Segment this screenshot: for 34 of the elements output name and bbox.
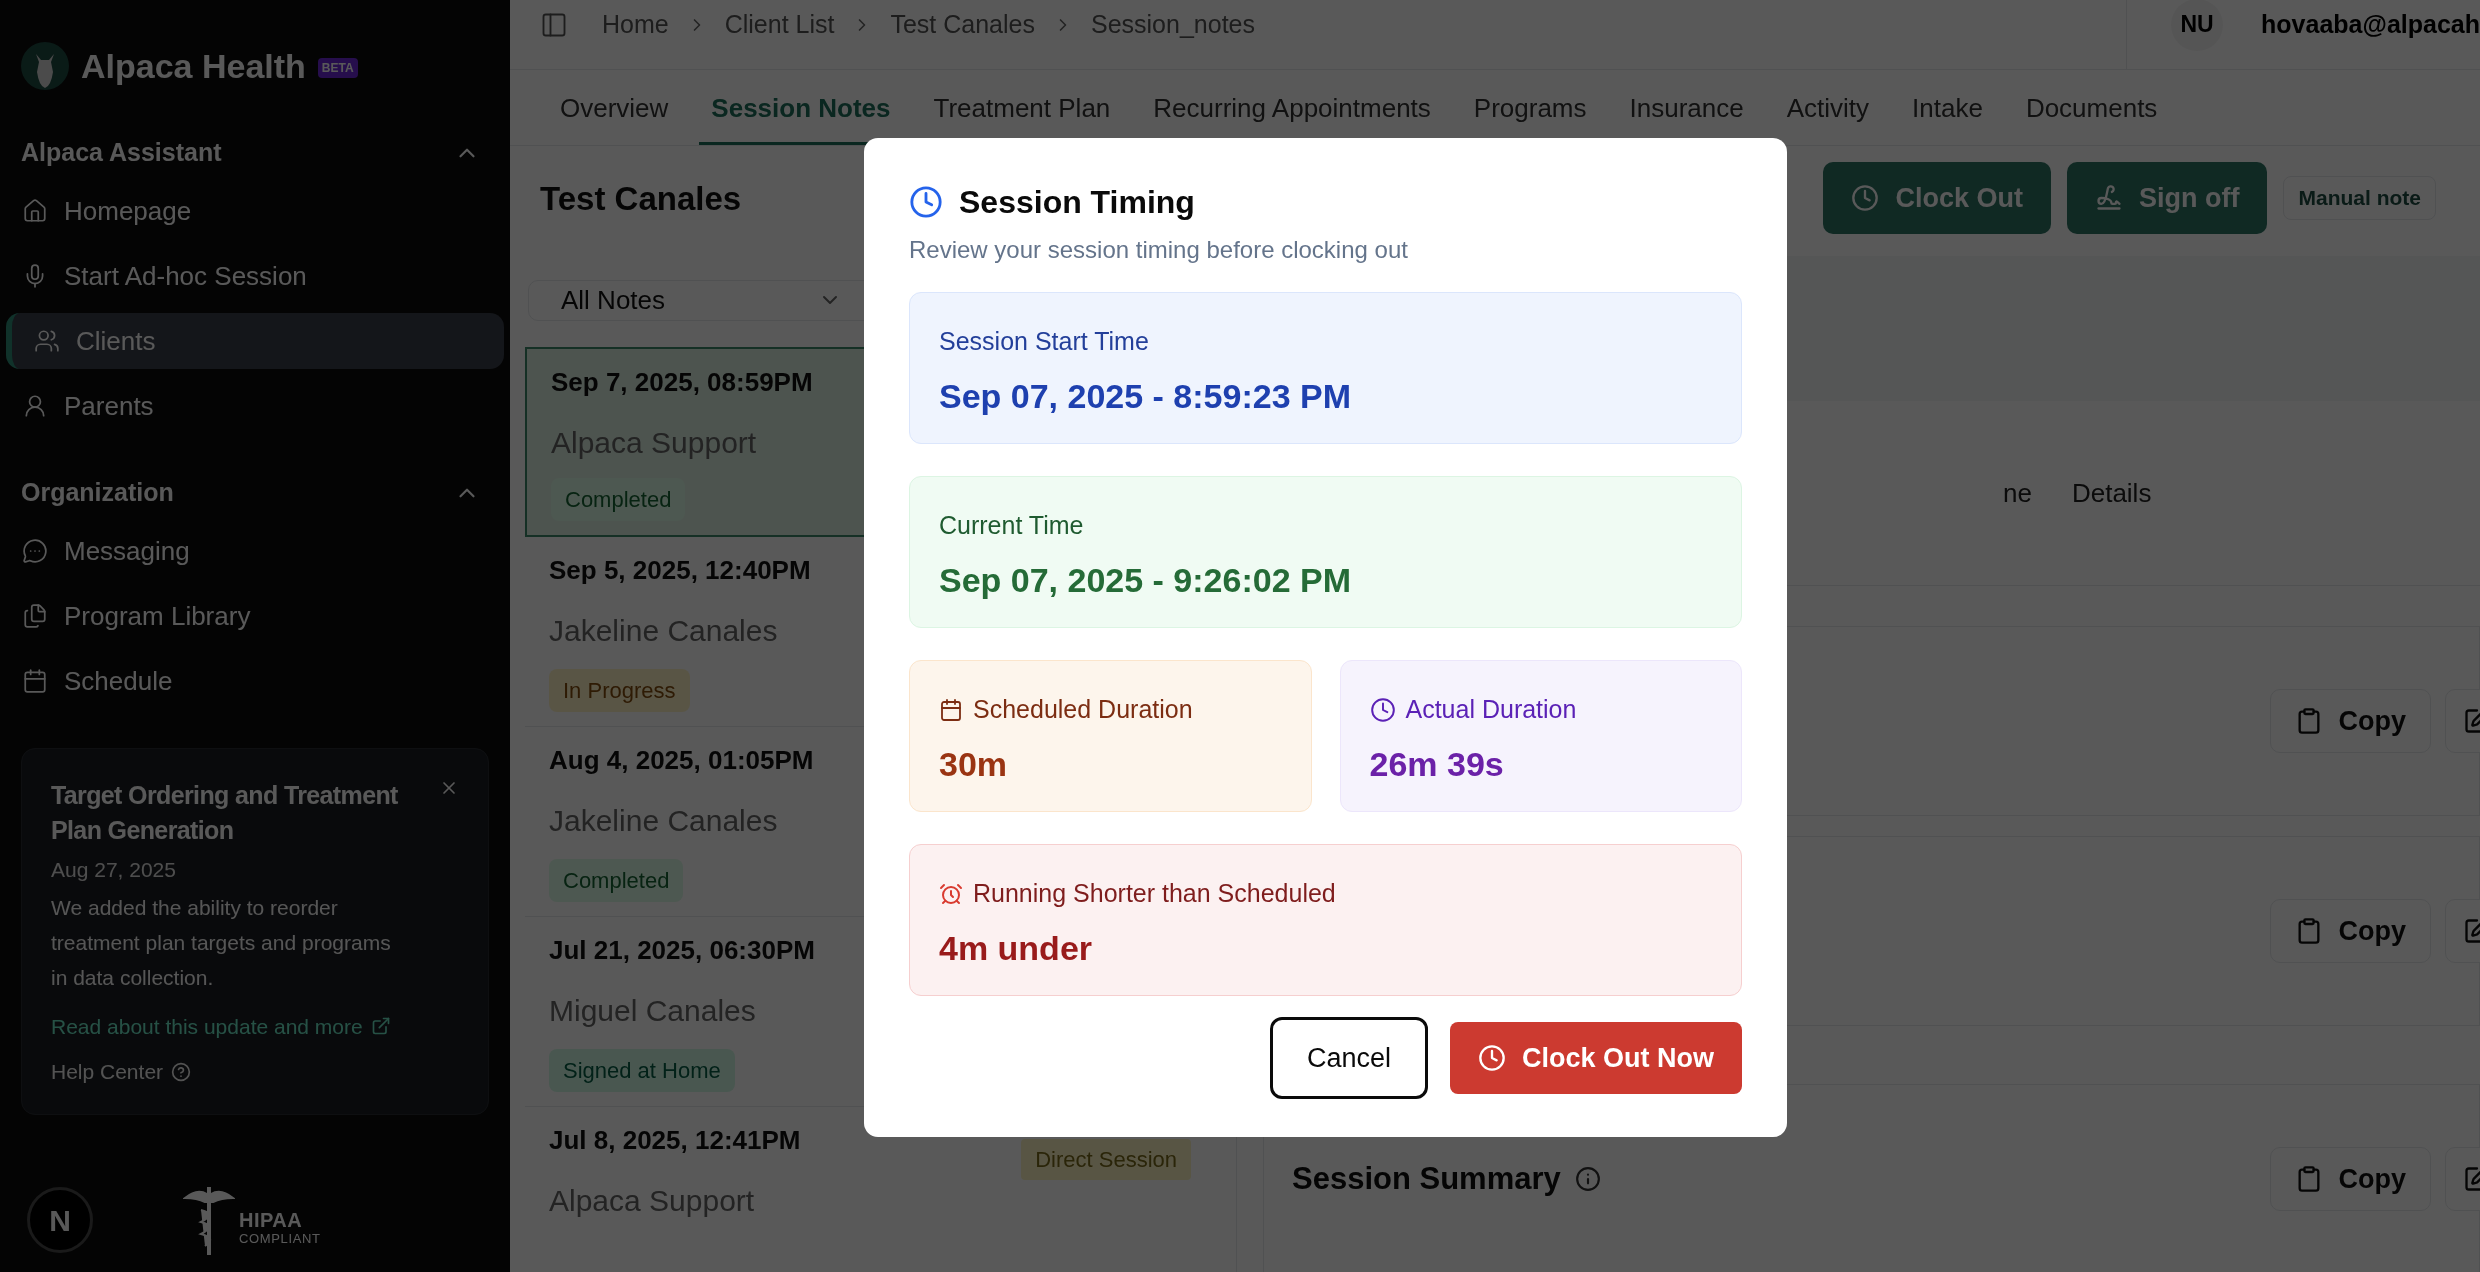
note-date: Aug 4, 2025, 01:05PM xyxy=(549,743,814,777)
section-title: Session Summary xyxy=(1292,1159,1561,1198)
note-date: Jul 21, 2025, 06:30PM xyxy=(549,933,815,967)
timing-value: Sep 07, 2025 - 9:26:02 PM xyxy=(939,559,1352,601)
timing-value: 4m under xyxy=(939,927,1094,969)
status-label: In Progress xyxy=(549,668,690,712)
announcement-title: Target Ordering and Treatment Plan Generation xyxy=(51,780,399,846)
note-date: Sep 5, 2025, 12:40PM xyxy=(549,553,811,587)
timing-label: Actual Duration xyxy=(1405,694,1577,725)
session-type-label: Direct Session xyxy=(1021,1138,1191,1180)
dialog-title: Session Timing xyxy=(959,183,1195,222)
section-heading: Alpaca Assistant xyxy=(21,137,222,169)
timing-value: Sep 07, 2025 - 8:59:23 PM xyxy=(939,375,1352,417)
section-heading: Organization xyxy=(21,477,174,509)
timing-value: 26m 39s xyxy=(1369,743,1505,785)
note-date: Jul 8, 2025, 12:41PM xyxy=(549,1123,801,1157)
beta-label: BETA xyxy=(317,58,358,78)
brand-name: Alpaca Health xyxy=(81,45,306,87)
timing-value: 30m xyxy=(939,743,1009,785)
hipaa-title: HIPAA xyxy=(239,1209,304,1230)
timing-label: Current Time xyxy=(939,510,1084,541)
timing-label: Session Start Time xyxy=(939,326,1149,357)
status-label: Completed xyxy=(549,858,684,902)
user-email: hovaaba@alpacah xyxy=(2261,8,2480,40)
timing-label: Running Shorter than Scheduled xyxy=(973,878,1336,909)
announcement-text: We added the ability to reorder treatment plan targets and programs in data collection. xyxy=(51,894,392,991)
timing-label: Scheduled Duration xyxy=(973,694,1193,725)
panel-title: Test Canales xyxy=(540,179,742,219)
announcement-date: Aug 27, 2025 xyxy=(51,857,176,883)
dialog-subtitle: Review your session timing before clocking out xyxy=(909,235,1409,265)
note-date: Sep 7, 2025, 08:59PM xyxy=(551,365,813,399)
status-label: Signed at Home xyxy=(549,1048,735,1092)
status-label: Completed xyxy=(551,477,686,521)
hipaa-subtitle: COMPLIANT xyxy=(239,1231,321,1245)
